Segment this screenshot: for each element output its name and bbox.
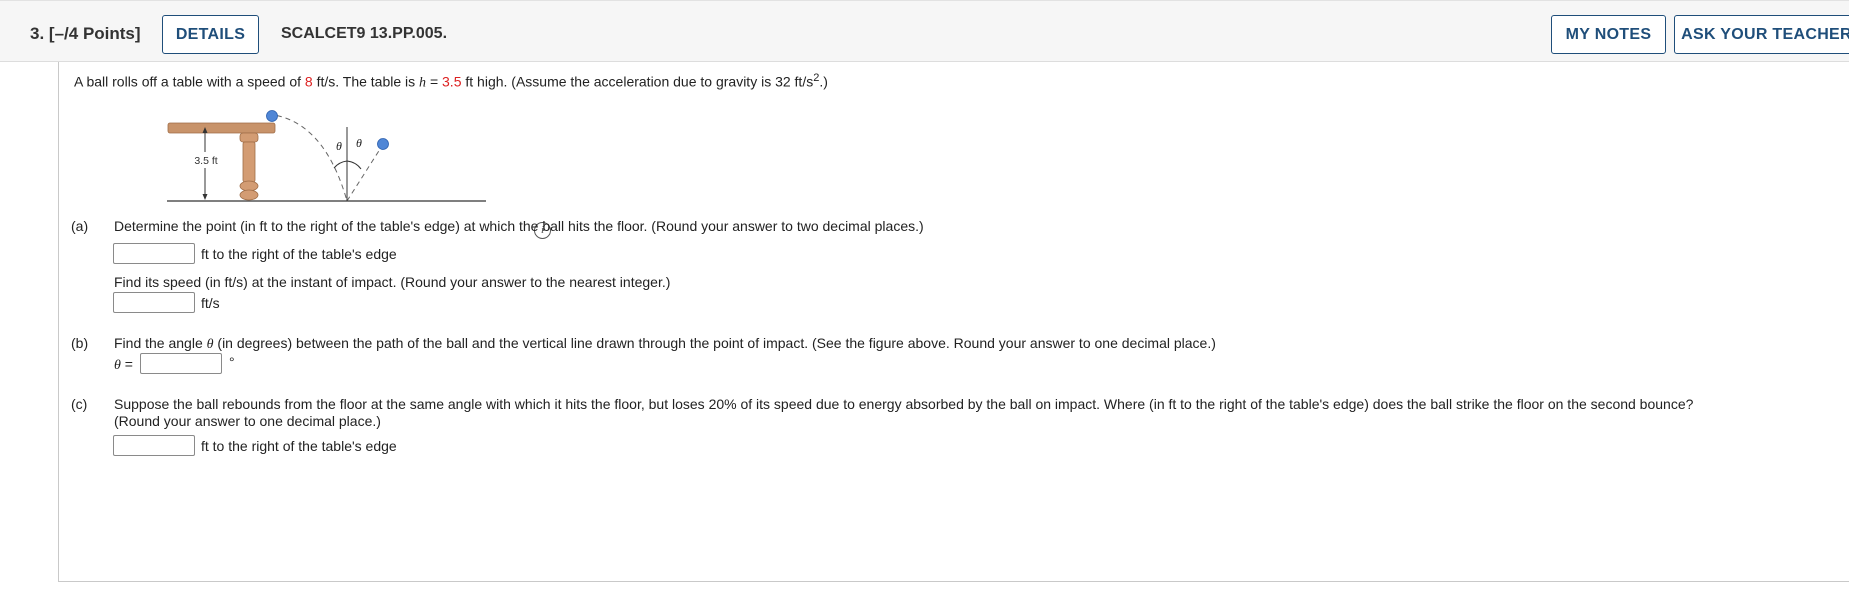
part-c-answer-input[interactable] bbox=[113, 435, 195, 456]
rebound-path bbox=[346, 145, 383, 202]
part-a-speed-unit: ft/s bbox=[201, 295, 220, 311]
theta-left-label: θ bbox=[336, 139, 342, 153]
height-label: 3.5 ft bbox=[194, 155, 217, 167]
angle-arc-right bbox=[346, 160, 362, 170]
intro-text-1: A ball rolls off a table with a speed of bbox=[74, 73, 301, 90]
theta-eq-symbol: θ bbox=[114, 358, 121, 373]
points-label: [–/4 Points] bbox=[48, 24, 141, 43]
ball-table-figure: 3.5 ft θ θ bbox=[167, 110, 486, 202]
problem-statement: A ball rolls off a table with a speed of… bbox=[74, 72, 828, 92]
part-b-tag: (b) bbox=[71, 335, 89, 351]
part-c-question-line-2: (Round your answer to one decimal place.… bbox=[114, 413, 381, 429]
part-a-speed-input[interactable] bbox=[113, 292, 195, 313]
equals-sign: = bbox=[429, 73, 439, 90]
table-leg bbox=[242, 141, 256, 183]
table-leg-collar bbox=[239, 132, 259, 143]
ball-after-bounce bbox=[377, 138, 389, 150]
part-c-unit: ft to the right of the table's edge bbox=[201, 438, 397, 454]
ask-your-teacher-button[interactable]: ASK YOUR TEACHER bbox=[1674, 15, 1849, 54]
question-code: SCALCET9 13.PP.005. bbox=[281, 25, 448, 42]
theta-symbol: θ bbox=[206, 337, 214, 352]
speed-value: 8 bbox=[304, 73, 313, 90]
question-header: 3. [–/4 Points] DETAILS SCALCET9 13.PP.0… bbox=[0, 0, 1849, 62]
intro-text-4: .) bbox=[819, 73, 828, 90]
question-number: 3. [–/4 Points] bbox=[30, 24, 141, 44]
ball-on-table bbox=[266, 110, 278, 122]
intro-text-3: ft high. (Assume the acceleration due to… bbox=[465, 73, 814, 90]
table-foot-lower bbox=[239, 189, 259, 201]
table-top bbox=[167, 122, 276, 134]
h-variable: h bbox=[419, 75, 427, 91]
part-b-question-text-2: (in degrees) between the path of the bal… bbox=[217, 335, 1216, 351]
table-foot-upper bbox=[239, 180, 259, 192]
my-notes-button[interactable]: MY NOTES bbox=[1551, 15, 1666, 54]
part-a-unit: ft to the right of the table's edge bbox=[201, 246, 397, 262]
question-body: A ball rolls off a table with a speed of… bbox=[58, 62, 1849, 582]
theta-right-label: θ bbox=[356, 136, 362, 150]
part-c-tag: (c) bbox=[71, 396, 88, 412]
details-button[interactable]: DETAILS bbox=[162, 15, 259, 54]
part-b-equation-label: θ = bbox=[114, 356, 133, 374]
part-b-degree-unit: ° bbox=[229, 354, 235, 370]
question-number-text: 3. bbox=[30, 24, 45, 43]
angle-arc-left bbox=[333, 160, 348, 169]
part-c-question-line-1: Suppose the ball rebounds from the floor… bbox=[114, 396, 1694, 412]
part-b-answer-input[interactable] bbox=[140, 353, 222, 374]
part-a-tag: (a) bbox=[71, 218, 89, 234]
trajectory-path bbox=[267, 113, 348, 202]
part-b-question-text-1: Find the angle bbox=[114, 335, 203, 351]
height-arrow-bottom-head bbox=[202, 194, 208, 200]
part-a-question-2: Find its speed (in ft/s) at the instant … bbox=[114, 274, 671, 290]
part-a-question: Determine the point (in ft to the right … bbox=[114, 218, 924, 234]
theta-eq-sign: = bbox=[124, 356, 133, 372]
intro-text-2: ft/s. The table is bbox=[316, 73, 416, 90]
part-a-answer-input[interactable] bbox=[113, 243, 195, 264]
part-b-question: Find the angle θ (in degrees) between th… bbox=[114, 335, 1216, 353]
height-value: 3.5 bbox=[442, 73, 462, 90]
